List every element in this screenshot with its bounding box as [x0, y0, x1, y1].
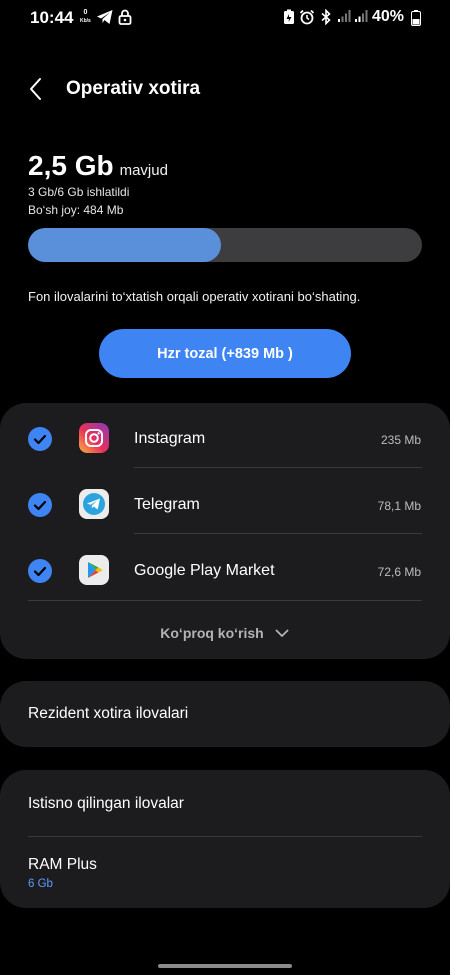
memory-available-value: 2,5 Gb [28, 150, 114, 181]
instagram-icon [79, 423, 109, 453]
app-row-telegram[interactable]: Telegram 78,1 Mb [0, 473, 450, 539]
resident-apps-label: Rezident xotira ilovalari [28, 705, 189, 722]
show-more-button[interactable]: Ko‘proq ko‘rish [0, 608, 450, 658]
app-size: 72,6 Mb [377, 565, 421, 579]
page-title: Operativ xotira [66, 78, 201, 99]
battery-icon [411, 10, 421, 31]
app-row-instagram[interactable]: Instagram 235 Mb [0, 407, 450, 473]
network-speed-value: 0 [83, 9, 88, 16]
network-speed-unit: Kb/s [80, 18, 91, 24]
app-size: 235 Mb [380, 433, 421, 447]
apps-list-card: Instagram 235 Mb Telegram 78,1 Mb Google… [0, 403, 450, 659]
excluded-apps-item[interactable]: Istisno qilingan ilovalar [0, 770, 450, 836]
excluded-apps-label: Istisno qilingan ilovalar [28, 795, 184, 812]
show-more-label: Ko‘proq ko‘rish [160, 625, 264, 641]
network-speed-indicator: 0 Kb/s [80, 9, 91, 25]
app-name: Google Play Market [134, 562, 275, 579]
google-play-icon [79, 555, 109, 585]
ram-plus-item[interactable]: RAM Plus 6 Gb [0, 837, 450, 908]
memory-usage-bar [28, 228, 422, 262]
header: Operativ xotira [0, 70, 450, 110]
ram-plus-label: RAM Plus [28, 856, 97, 873]
signal-1-icon [337, 9, 351, 28]
memory-available: 2,5 Gb mavjud [28, 150, 168, 182]
divider [134, 467, 422, 468]
checkbox-checked-icon[interactable] [28, 559, 52, 583]
memory-usage-bar-fill [28, 228, 222, 262]
clean-now-button[interactable]: Hzr tozal (+839 Mb ) [99, 329, 351, 378]
back-arrow-icon [30, 78, 41, 100]
resident-apps-item[interactable]: Rezident xotira ilovalari [0, 681, 450, 747]
memory-free-text: Bo‘sh joy: 484 Mb [28, 203, 124, 217]
status-bar: 10:44 0 Kb/s 40% [0, 0, 450, 36]
bluetooth-icon [320, 8, 332, 30]
telegram-icon [79, 489, 109, 519]
chevron-down-icon [275, 629, 289, 637]
lock-icon [118, 9, 132, 30]
app-name: Instagram [134, 430, 206, 447]
memory-available-suffix: mavjud [119, 162, 168, 179]
battery-percent: 40% [372, 8, 405, 25]
app-size: 78,1 Mb [377, 499, 421, 513]
divider [134, 533, 422, 534]
alarm-icon [299, 9, 315, 30]
settings-card: Istisno qilingan ilovalar RAM Plus 6 Gb [0, 770, 450, 908]
memory-used-text: 3 Gb/6 Gb ishlatildi [28, 185, 130, 199]
app-row-google-play[interactable]: Google Play Market 72,6 Mb [0, 539, 450, 605]
signal-2-icon [354, 9, 368, 28]
divider [28, 600, 422, 601]
checkbox-checked-icon[interactable] [28, 427, 52, 451]
status-time: 10:44 [30, 8, 74, 27]
battery-saver-icon [283, 9, 295, 30]
telegram-notification-icon [96, 9, 114, 30]
hint-text: Fon ilovalarini to‘xtatish orqali operat… [28, 289, 361, 304]
app-name: Telegram [134, 496, 200, 513]
home-indicator[interactable] [158, 964, 292, 968]
checkbox-checked-icon[interactable] [28, 493, 52, 517]
ram-plus-value: 6 Gb [28, 878, 53, 890]
back-button[interactable] [22, 74, 52, 104]
